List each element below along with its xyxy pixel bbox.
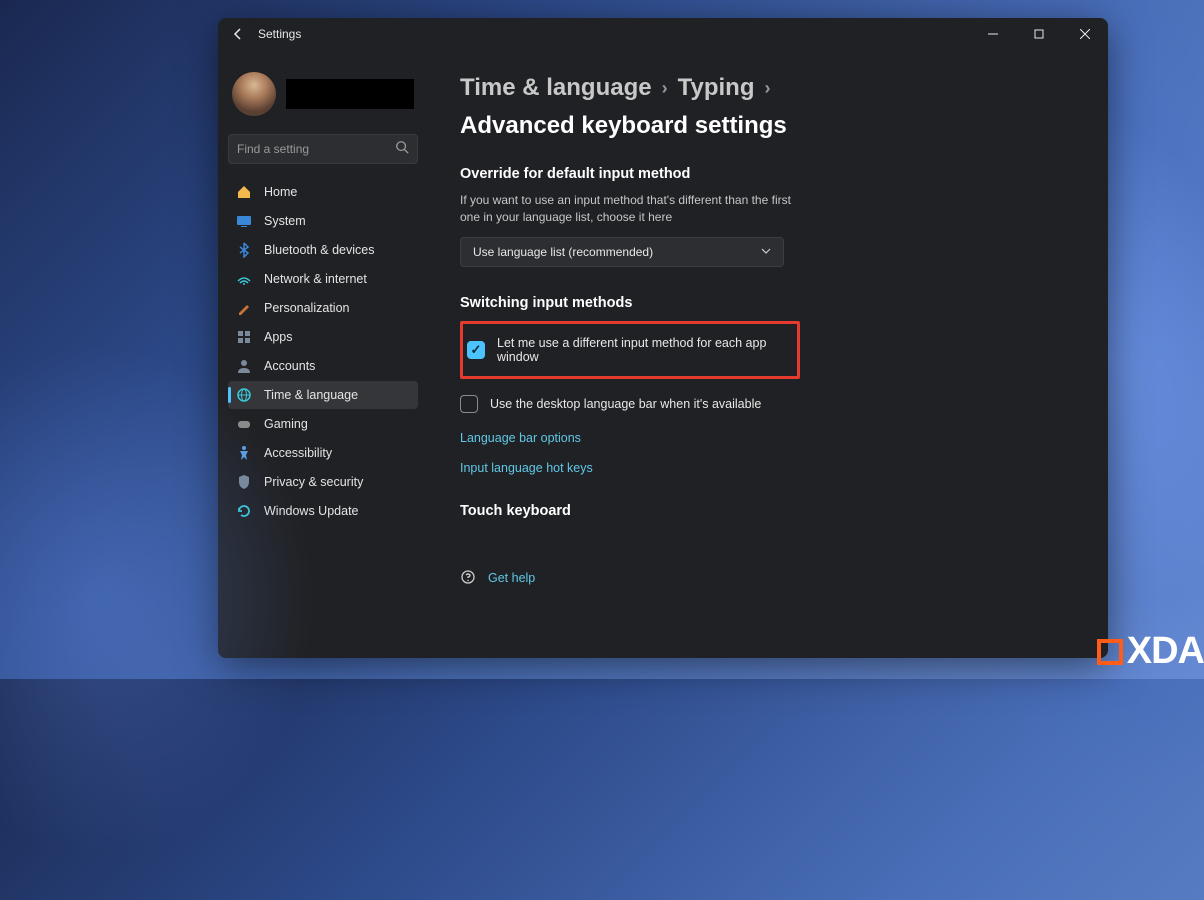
search-box[interactable]	[228, 134, 418, 164]
sidebar-item-windows-update[interactable]: Windows Update	[228, 497, 418, 525]
breadcrumb-level1[interactable]: Time & language	[460, 74, 652, 102]
chevron-right-icon: ›	[662, 78, 668, 99]
close-button[interactable]	[1062, 18, 1108, 50]
nav-list: Home System Bluetooth & devices Network …	[228, 178, 418, 525]
sidebar-item-label: Apps	[264, 330, 293, 344]
chevron-right-icon: ›	[764, 78, 770, 99]
content-area: Time & language › Typing › Advanced keyb…	[428, 50, 1108, 658]
sidebar-item-label: Home	[264, 185, 297, 199]
watermark: XDA	[1097, 630, 1204, 673]
section-title-switching: Switching input methods	[460, 295, 1068, 311]
apps-icon	[236, 329, 252, 345]
input-method-dropdown[interactable]: Use language list (recommended)	[460, 237, 784, 267]
help-icon	[460, 569, 476, 588]
sidebar-item-gaming[interactable]: Gaming	[228, 410, 418, 438]
checkbox-label: Let me use a different input method for …	[497, 336, 789, 364]
username-redacted	[286, 79, 414, 109]
system-icon	[236, 213, 252, 229]
accounts-icon	[236, 358, 252, 374]
checkbox-row-per-app[interactable]: Let me use a different input method for …	[467, 326, 789, 374]
window-title: Settings	[258, 27, 970, 41]
sidebar: Home System Bluetooth & devices Network …	[218, 50, 428, 658]
sidebar-item-network[interactable]: Network & internet	[228, 265, 418, 293]
sidebar-item-label: Privacy & security	[264, 475, 363, 489]
watermark-text: XDA	[1127, 630, 1204, 673]
breadcrumb-current: Advanced keyboard settings	[460, 112, 787, 140]
sidebar-item-time-language[interactable]: Time & language	[228, 381, 418, 409]
override-section: Override for default input method If you…	[460, 166, 1068, 267]
checkbox-language-bar[interactable]	[460, 395, 478, 413]
breadcrumb-level2[interactable]: Typing	[678, 74, 755, 102]
link-language-bar-options[interactable]: Language bar options	[460, 423, 1068, 453]
sidebar-item-accounts[interactable]: Accounts	[228, 352, 418, 380]
sidebar-item-personalization[interactable]: Personalization	[228, 294, 418, 322]
privacy-icon	[236, 474, 252, 490]
sidebar-item-accessibility[interactable]: Accessibility	[228, 439, 418, 467]
link-input-language-hotkeys[interactable]: Input language hot keys	[460, 453, 1068, 483]
gaming-icon	[236, 416, 252, 432]
windows-update-icon	[236, 503, 252, 519]
profile-block[interactable]	[228, 58, 418, 134]
network-icon	[236, 271, 252, 287]
chevron-down-icon	[761, 245, 771, 259]
back-button[interactable]	[230, 26, 246, 42]
watermark-box-icon	[1097, 639, 1123, 665]
section-desc-override: If you want to use an input method that'…	[460, 192, 800, 227]
window-controls	[970, 18, 1108, 50]
sidebar-item-label: Accessibility	[264, 446, 332, 460]
body-area: Home System Bluetooth & devices Network …	[218, 50, 1108, 658]
get-help-row[interactable]: Get help	[460, 569, 1068, 588]
sidebar-item-label: Bluetooth & devices	[264, 243, 375, 257]
sidebar-item-home[interactable]: Home	[228, 178, 418, 206]
sidebar-item-label: System	[264, 214, 306, 228]
sidebar-item-bluetooth[interactable]: Bluetooth & devices	[228, 236, 418, 264]
sidebar-item-system[interactable]: System	[228, 207, 418, 235]
sidebar-item-apps[interactable]: Apps	[228, 323, 418, 351]
avatar	[232, 72, 276, 116]
home-icon	[236, 184, 252, 200]
sidebar-item-label: Network & internet	[264, 272, 367, 286]
checkbox-row-language-bar[interactable]: Use the desktop language bar when it's a…	[460, 385, 1068, 423]
section-title-override: Override for default input method	[460, 166, 1068, 182]
get-help-link[interactable]: Get help	[488, 571, 535, 585]
minimize-button[interactable]	[970, 18, 1016, 50]
search-input[interactable]	[237, 142, 395, 156]
bluetooth-icon	[236, 242, 252, 258]
sidebar-item-label: Gaming	[264, 417, 308, 431]
highlight-box: Let me use a different input method for …	[460, 321, 800, 379]
sidebar-item-label: Accounts	[264, 359, 315, 373]
sidebar-item-label: Windows Update	[264, 504, 359, 518]
search-icon	[395, 140, 409, 159]
accessibility-icon	[236, 445, 252, 461]
breadcrumb: Time & language › Typing › Advanced keyb…	[460, 74, 1068, 140]
personalization-icon	[236, 300, 252, 316]
titlebar: Settings	[218, 18, 1108, 50]
section-title-touch: Touch keyboard	[460, 503, 1068, 519]
switching-section: Switching input methods Let me use a dif…	[460, 295, 1068, 483]
checkbox-label: Use the desktop language bar when it's a…	[490, 397, 761, 411]
sidebar-item-label: Personalization	[264, 301, 349, 315]
maximize-button[interactable]	[1016, 18, 1062, 50]
sidebar-item-privacy[interactable]: Privacy & security	[228, 468, 418, 496]
dropdown-value: Use language list (recommended)	[473, 245, 653, 259]
time-language-icon	[236, 387, 252, 403]
sidebar-item-label: Time & language	[264, 388, 358, 402]
touch-keyboard-section: Touch keyboard	[460, 503, 1068, 519]
settings-window: Settings	[218, 18, 1108, 658]
checkbox-per-app[interactable]	[467, 341, 485, 359]
